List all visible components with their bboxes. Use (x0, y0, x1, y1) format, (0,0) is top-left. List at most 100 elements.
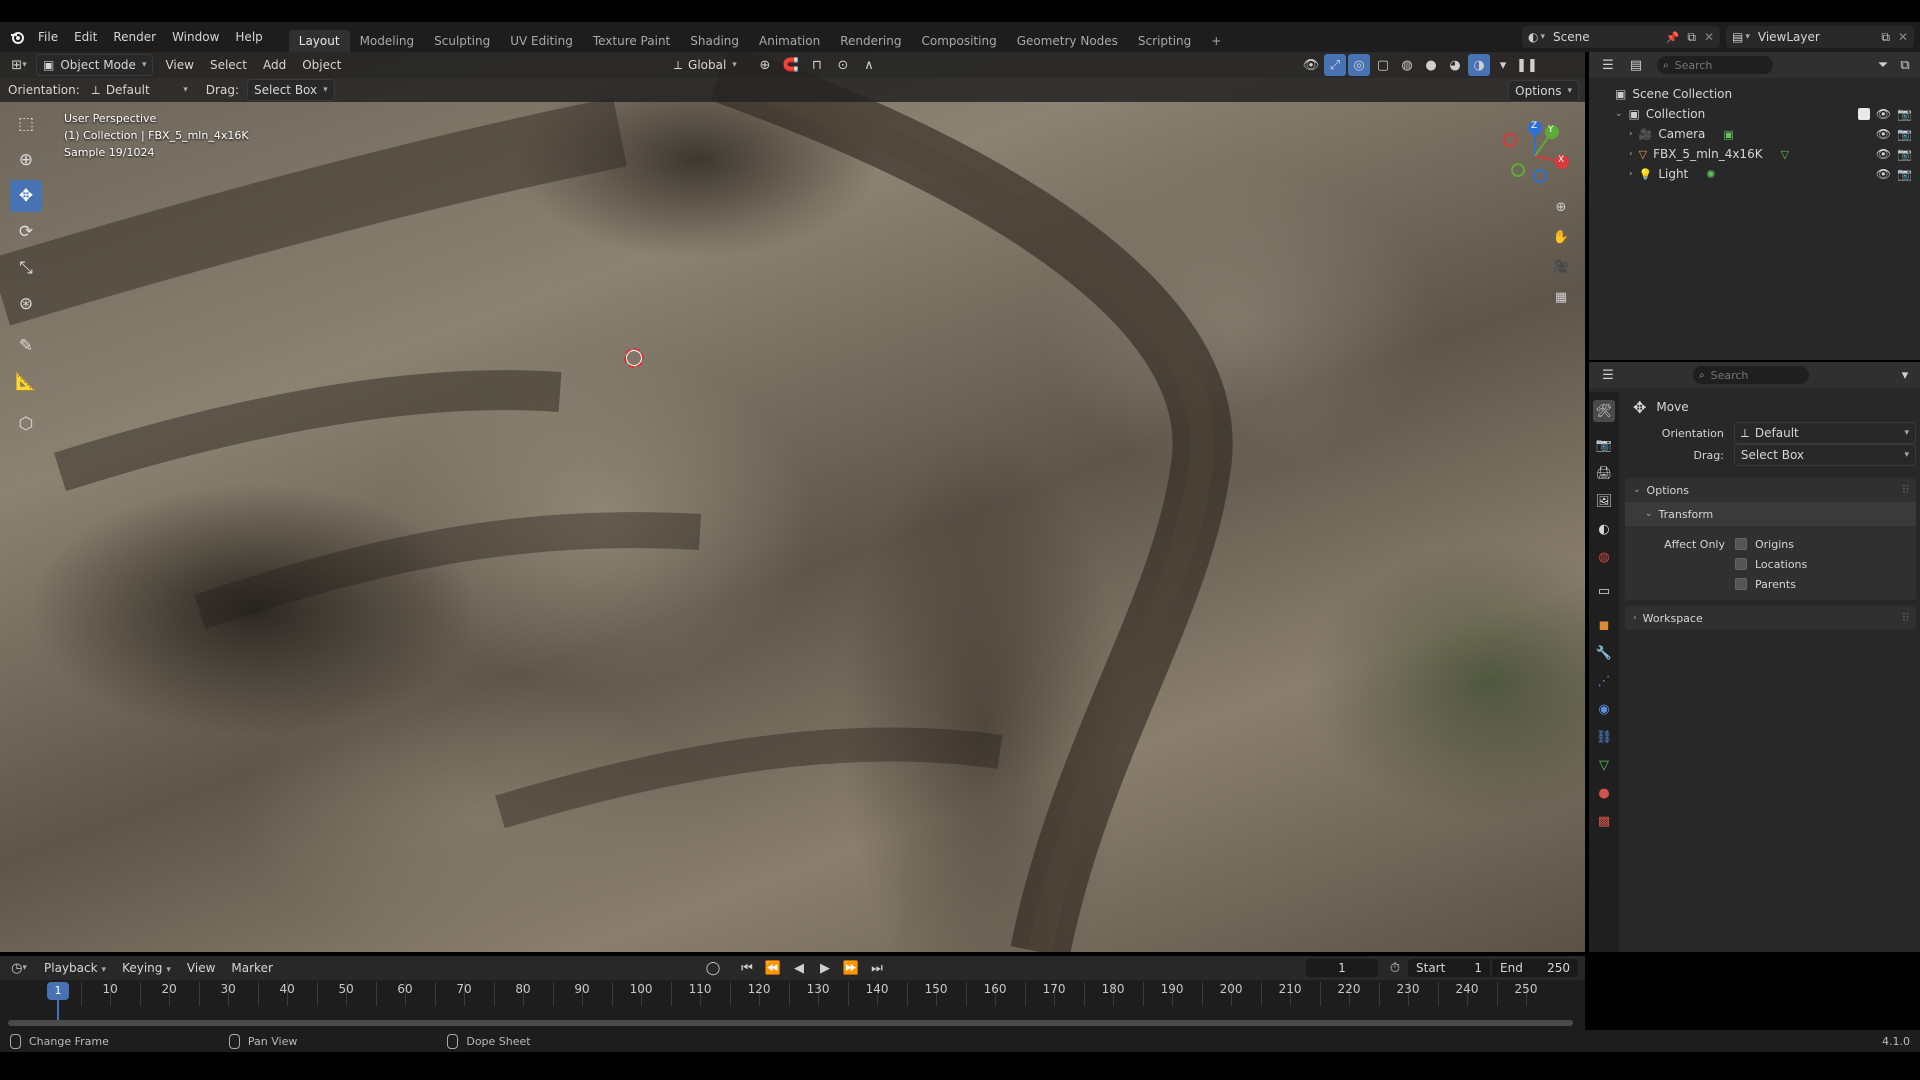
shading-options-icon[interactable]: ▾ (1492, 54, 1514, 76)
wireframe-shading-icon[interactable]: ◍ (1396, 54, 1418, 76)
tab-compositing[interactable]: Compositing (911, 30, 1006, 52)
chevron-right-icon[interactable]: › (1629, 169, 1633, 179)
modifier-tab-icon[interactable]: 🔧 (1593, 642, 1615, 664)
tab-texture-paint[interactable]: Texture Paint (583, 30, 680, 52)
jump-end-icon[interactable]: ⏭ (866, 957, 888, 979)
measure-tool-icon[interactable]: 📐 (10, 366, 42, 398)
delete-scene-icon[interactable]: ✕ (1704, 30, 1714, 44)
outliner-collection[interactable]: ⌄ ▣ Collection 👁 📷 (1589, 104, 1920, 124)
gizmo-toggle-icon[interactable]: ⤢ (1324, 54, 1346, 76)
transform-orientation-dropdown[interactable]: ⟂ Global ▾ (668, 55, 743, 75)
camera-data-icon[interactable]: ▣ (1723, 128, 1733, 141)
chevron-right-icon[interactable]: › (1629, 149, 1633, 159)
preview-range-icon[interactable]: ⏱ (1384, 957, 1406, 979)
timeline-menu-marker[interactable]: Marker (223, 957, 280, 979)
chevron-right-icon[interactable]: › (1629, 129, 1633, 139)
eye-icon[interactable]: 👁 (1876, 127, 1891, 141)
physics-tab-icon[interactable]: ◉ (1593, 698, 1615, 720)
pause-render-icon[interactable]: ❚❚ (1516, 54, 1538, 76)
tab-layout[interactable]: Layout (288, 30, 350, 52)
add-cube-tool-icon[interactable]: ⬡ (10, 408, 42, 440)
playhead[interactable]: 1 (47, 982, 69, 1000)
timeline-scrollbar[interactable] (8, 1020, 1573, 1026)
end-frame-field[interactable]: End 250 (1492, 959, 1578, 977)
delete-viewlayer-icon[interactable]: ✕ (1898, 30, 1908, 44)
menu-edit[interactable]: Edit (66, 26, 105, 48)
current-frame-field[interactable]: 1 (1306, 959, 1378, 977)
3d-cursor-icon[interactable] (624, 348, 644, 368)
affect-locations-row[interactable]: Locations (1625, 554, 1916, 574)
affect-origins-checkbox[interactable] (1735, 538, 1747, 550)
constraints-tab-icon[interactable]: ⛓ (1593, 726, 1615, 748)
outliner-search[interactable]: ⌕ Search (1657, 56, 1773, 74)
falloff-icon[interactable]: ∧ (858, 54, 880, 76)
drag-handle-icon[interactable]: ⠿ (1901, 611, 1910, 625)
chevron-down-icon[interactable]: ▾ (1894, 364, 1916, 386)
eye-icon[interactable]: 👁 (1876, 167, 1891, 181)
view-layer-tab-icon[interactable]: 🖼 (1593, 490, 1615, 512)
scale-tool-icon[interactable]: ⤡ (10, 252, 42, 284)
options-dropdown[interactable]: Options ▾ (1508, 80, 1579, 102)
viewport-menu-select[interactable]: Select (202, 54, 255, 76)
tab-animation[interactable]: Animation (749, 30, 830, 52)
data-tab-icon[interactable]: ▽ (1593, 754, 1615, 776)
play-reverse-icon[interactable]: ◀ (788, 957, 810, 979)
viewport-menu-object[interactable]: Object (294, 54, 349, 76)
drag-handle-icon[interactable]: ⠿ (1901, 483, 1910, 497)
snap-icon[interactable]: 🧲 (780, 54, 802, 76)
menu-render[interactable]: Render (105, 26, 164, 48)
select-box-tool-icon[interactable]: ⬚ (10, 108, 42, 140)
scene-tab-icon[interactable]: ◐ (1593, 518, 1615, 540)
annotate-tool-icon[interactable]: ✎ (10, 330, 42, 362)
xray-icon[interactable]: ▢ (1372, 54, 1394, 76)
options-panel-header[interactable]: ⌄ Options ⠿ (1625, 478, 1916, 502)
viewlayer-selector[interactable]: ▤ ▾ ViewLayer ⧉ ✕ (1726, 26, 1914, 48)
properties-search[interactable]: ⌕ Search (1693, 366, 1809, 384)
display-mode-icon[interactable]: ▤ (1625, 54, 1647, 76)
camera-view-icon[interactable]: 🎥 (1550, 256, 1572, 278)
menu-window[interactable]: Window (164, 26, 227, 48)
menu-file[interactable]: File (30, 26, 66, 48)
timeline-menu-keying[interactable]: Keying ▾ (114, 957, 179, 979)
particles-tab-icon[interactable]: ⋰ (1593, 670, 1615, 692)
affect-origins-row[interactable]: Affect Only Origins (1625, 534, 1916, 554)
prev-keyframe-icon[interactable]: ⏪ (762, 957, 784, 979)
proportional-edit-icon[interactable]: ⊙ (832, 54, 854, 76)
transform-tool-icon[interactable]: ⊛ (10, 288, 42, 320)
rendered-shading-icon[interactable]: ◑ (1468, 54, 1490, 76)
menu-help[interactable]: Help (227, 26, 270, 48)
tab-scripting[interactable]: Scripting (1128, 30, 1201, 52)
move-tool-icon[interactable]: ✥ (10, 180, 42, 212)
pin-icon[interactable]: 📌 (1666, 31, 1680, 44)
outliner-item[interactable]: › ▽ FBX_5_mln_4x16K ▽ 👁 📷 (1589, 144, 1920, 164)
chevron-down-icon[interactable]: ⌄ (1615, 109, 1623, 119)
start-frame-field[interactable]: Start 1 (1408, 959, 1490, 977)
jump-start-icon[interactable]: ⏮ (736, 957, 758, 979)
object-tab-icon[interactable]: ◼ (1593, 614, 1615, 636)
timeline-menu-view[interactable]: View (179, 957, 223, 979)
tab-shading[interactable]: Shading (680, 30, 749, 52)
render-camera-icon[interactable]: 📷 (1897, 107, 1912, 121)
affect-locations-checkbox[interactable] (1735, 558, 1747, 570)
outliner-item[interactable]: › 💡 Light ✺ 👁 📷 (1589, 164, 1920, 184)
workspace-panel-header[interactable]: › Workspace ⠿ (1625, 606, 1916, 630)
new-collection-icon[interactable]: ⧉ (1894, 54, 1916, 76)
outliner-item[interactable]: › 🎥 Camera ▣ 👁 📷 (1589, 124, 1920, 144)
outliner-scene-collection[interactable]: ▣ Scene Collection (1589, 84, 1920, 104)
light-data-icon[interactable]: ✺ (1706, 168, 1715, 181)
next-keyframe-icon[interactable]: ⏩ (840, 957, 862, 979)
timeline-menu-playback[interactable]: Playback ▾ (36, 957, 114, 979)
drag-dropdown[interactable]: Select Box ▾ (246, 79, 335, 101)
tab-rendering[interactable]: Rendering (830, 30, 911, 52)
filter-icon[interactable]: ⏷ (1872, 54, 1894, 76)
new-viewlayer-icon[interactable]: ⧉ (1881, 30, 1890, 45)
drag-dropdown[interactable]: Select Box ▾ (1733, 444, 1916, 466)
texture-tab-icon[interactable]: ▩ (1593, 810, 1615, 832)
pivot-icon[interactable]: ⊕ (754, 54, 776, 76)
world-tab-icon[interactable]: ◍ (1593, 546, 1615, 568)
material-shading-icon[interactable]: ◕ (1444, 54, 1466, 76)
collection-checkbox[interactable] (1857, 108, 1870, 120)
blender-logo-icon[interactable] (6, 26, 28, 48)
object-mode-dropdown[interactable]: ▣ Object Mode ▾ (36, 54, 154, 76)
render-camera-icon[interactable]: 📷 (1897, 127, 1912, 141)
